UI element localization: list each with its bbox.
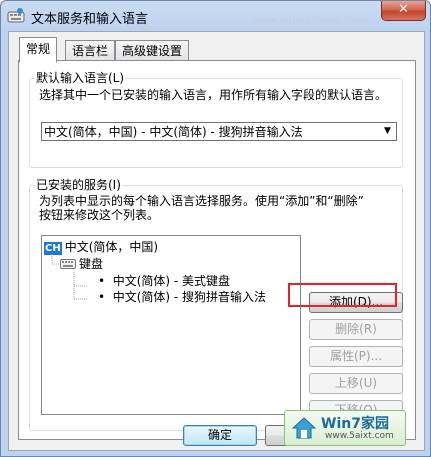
dialog-client-area: 常规 语言栏 高级键设置 默认输入语言(L) 选择其中一个已安装的输入语言，用作… xyxy=(8,31,425,451)
installed-services-description-1: 为列表中显示的每个输入语言选择服务。使用“添加”和“删除” xyxy=(39,194,364,208)
installed-services-label: 已安装的服务(I) xyxy=(35,178,122,192)
properties-button[interactable]: 属性(P)... xyxy=(309,346,403,367)
tab-general[interactable]: 常规 xyxy=(19,37,58,63)
tab-advanced-key-settings[interactable]: 高级键设置 xyxy=(115,40,190,61)
tab-language-bar[interactable]: 语言栏 xyxy=(65,40,116,61)
title-bar[interactable]: 文本服务和输入语言 www.xitongcheng.com ✕ xyxy=(1,1,430,31)
default-language-label: 默认输入语言(L) xyxy=(35,71,126,85)
bullet-icon: • xyxy=(98,290,113,304)
remove-button[interactable]: 删除(R) xyxy=(309,319,403,340)
move-up-button[interactable]: 上移(U) xyxy=(309,373,403,394)
installed-services-description-2: 按钮来修改这个列表。 xyxy=(39,208,160,222)
ok-button[interactable]: 确定 xyxy=(183,425,257,446)
dialog-window: 文本服务和输入语言 www.xitongcheng.com ✕ 常规 语言栏 高… xyxy=(0,0,431,457)
bullet-icon: • xyxy=(98,274,113,288)
watermark-url: www.5aixt.com xyxy=(325,431,394,441)
tree-item-us-keyboard[interactable]: • 中文(简体) - 美式键盘 xyxy=(98,274,230,288)
tree-category-node[interactable]: 键盘 xyxy=(60,257,103,271)
tree-language-label: 中文(简体，中国) xyxy=(64,240,159,254)
default-language-value: 中文(简体，中国) - 中文(简体) - 搜狗拼音输入法 xyxy=(44,125,303,139)
house-logo-icon xyxy=(291,417,317,439)
remove-button-highlight xyxy=(288,283,397,307)
chevron-down-icon[interactable]: ▼ xyxy=(379,123,396,140)
watermark-brand: Win7家园 xyxy=(321,416,389,432)
tree-item-label: 中文(简体) - 美式键盘 xyxy=(112,274,231,288)
close-button[interactable]: ✕ xyxy=(381,1,426,21)
tree-category-label: 键盘 xyxy=(79,257,104,271)
watermark-top-text: www.xitongcheng.com xyxy=(253,15,367,26)
watermark-badge: Win7家园 www.5aixt.com xyxy=(284,410,406,446)
tree-item-sogou-pinyin[interactable]: • 中文(简体) - 搜狗拼音输入法 xyxy=(98,290,266,304)
default-language-description: 选择其中一个已安装的输入语言，用作所有输入字段的默认语言。 xyxy=(39,88,388,102)
tree-item-label: 中文(简体) - 搜狗拼音输入法 xyxy=(112,290,267,304)
keyboard-app-icon xyxy=(7,8,25,23)
tab-page-general: 默认输入语言(L) 选择其中一个已安装的输入语言，用作所有输入字段的默认语言。 … xyxy=(18,60,416,440)
tree-language-node[interactable]: CH 中文(简体，中国) xyxy=(44,240,158,255)
keyboard-icon xyxy=(60,259,76,269)
services-tree[interactable]: CH 中文(简体，中国) 键盘 • 中文(简体) - 美式键盘 • 中文(简体)… xyxy=(41,235,301,415)
default-language-select[interactable]: 中文(简体，中国) - 中文(简体) - 搜狗拼音输入法 ▼ xyxy=(41,122,397,141)
window-title: 文本服务和输入语言 xyxy=(31,12,149,27)
